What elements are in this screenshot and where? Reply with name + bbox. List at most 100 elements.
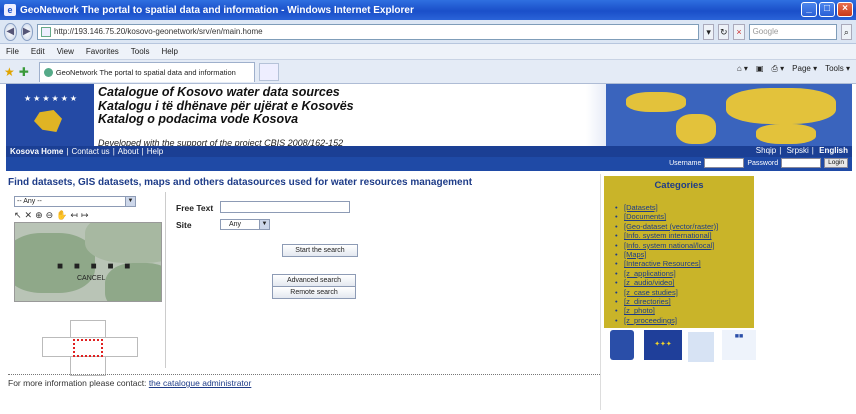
free-text-input[interactable] bbox=[220, 201, 350, 213]
category-directories[interactable]: [z_directories] bbox=[615, 297, 754, 307]
go-dropdown-icon[interactable]: ▾ bbox=[703, 23, 715, 40]
remote-search-button[interactable]: Remote search bbox=[272, 286, 356, 299]
category-documents[interactable]: [Documents] bbox=[615, 212, 754, 222]
admin-contact-link[interactable]: the catalogue administrator bbox=[149, 378, 252, 388]
kosovo-flag-logo: ★★★★★★ bbox=[6, 84, 94, 146]
column-divider bbox=[600, 174, 601, 410]
maximize-button[interactable]: □ bbox=[819, 2, 835, 17]
nav-strip: Kosova Home | Contact us | About | Help Shq… bbox=[6, 146, 852, 157]
menu-tools[interactable]: Tools bbox=[131, 47, 150, 56]
map-cancel-label[interactable]: CANCEL bbox=[77, 275, 105, 282]
banner-subtitle: Developed with the support of the projec… bbox=[98, 138, 344, 146]
url-input[interactable]: http://193.146.75.20/kosovo-geonetwork/s… bbox=[37, 23, 699, 40]
site-select-value: Any bbox=[229, 221, 242, 228]
eu-flag-logo: ✦✦✦ bbox=[644, 330, 682, 360]
menu-file[interactable]: File bbox=[6, 47, 19, 56]
region-select[interactable]: -- Any -- ▼ bbox=[14, 196, 136, 207]
region-map[interactable]: ■ ■ ■ ■ ■ CANCEL bbox=[14, 222, 162, 302]
lang-english[interactable]: English bbox=[819, 146, 848, 155]
category-info-national[interactable]: [Info. system national/local] bbox=[615, 241, 754, 251]
lang-srpski[interactable]: Srpski bbox=[787, 146, 809, 155]
page-menu[interactable]: Page ▾ bbox=[792, 64, 817, 74]
forward-arrow-icon[interactable]: ↦ bbox=[81, 210, 89, 221]
category-maps[interactable]: [Maps] bbox=[615, 250, 754, 260]
pan-icon[interactable]: ✋ bbox=[56, 210, 67, 221]
feeds-icon[interactable]: ▣ bbox=[756, 64, 764, 74]
forward-icon[interactable]: ▶ bbox=[20, 22, 33, 41]
sponsor-logos: ✦✦✦ ■■ bbox=[610, 330, 760, 366]
category-audio-video[interactable]: [z_audio/video] bbox=[615, 278, 754, 288]
new-tab-button[interactable] bbox=[258, 62, 279, 81]
category-applications[interactable]: [z_applications] bbox=[615, 269, 754, 279]
login-strip: Username Password Login bbox=[6, 157, 852, 171]
back-icon[interactable]: ◀ bbox=[4, 22, 17, 41]
tab-bar: ★ ✚ GeoNetwork The portal to spatial dat… bbox=[0, 60, 856, 84]
lang-shqip[interactable]: Shqip bbox=[756, 146, 776, 155]
site-icon bbox=[43, 67, 53, 77]
add-favorite-icon[interactable]: ✚ bbox=[19, 65, 29, 79]
tools-menu[interactable]: Tools ▾ bbox=[825, 64, 850, 74]
print-icon[interactable]: ⎙ ▾ bbox=[772, 64, 785, 74]
refresh-icon[interactable]: ↻ bbox=[718, 23, 730, 40]
nav-help[interactable]: Help bbox=[147, 147, 163, 156]
categories-title: Categories bbox=[654, 180, 704, 191]
window-titlebar: e GeoNetwork The portal to spatial data … bbox=[0, 0, 856, 20]
site-select[interactable]: Any ▼ bbox=[220, 219, 270, 230]
free-text-label: Free Text bbox=[176, 203, 214, 213]
menu-edit[interactable]: Edit bbox=[31, 47, 45, 56]
search-icon[interactable]: ⌕ bbox=[840, 23, 853, 40]
category-datasets[interactable]: [Datasets] bbox=[615, 203, 754, 213]
close-button[interactable]: × bbox=[837, 2, 853, 17]
zoom-out-icon[interactable]: ⊖ bbox=[46, 210, 54, 221]
kosovo-emblem-logo bbox=[610, 330, 634, 360]
search-input[interactable]: Google bbox=[748, 23, 837, 40]
map-panel: -- Any -- ▼ ↖ ✕ ⊕ ⊖ ✋ ↤ ↦ ■ ■ ■ ■ ■ CANC… bbox=[8, 192, 166, 376]
category-interactive[interactable]: [Interactive Resources] bbox=[615, 259, 754, 269]
category-photo[interactable]: [z_photo] bbox=[615, 306, 754, 316]
chevron-down-icon: ▼ bbox=[259, 220, 269, 229]
categories-list: [Datasets] [Documents] [Geo-dataset (vec… bbox=[604, 203, 754, 326]
footer-divider bbox=[8, 374, 600, 375]
category-geo-dataset[interactable]: [Geo-dataset (vector/raster)] bbox=[615, 222, 754, 232]
menu-view[interactable]: View bbox=[57, 47, 74, 56]
nav-about[interactable]: About bbox=[118, 147, 139, 156]
favorites-star-icon[interactable]: ★ bbox=[4, 65, 15, 79]
footer-text: For more information please contact: bbox=[8, 378, 147, 388]
category-case-studies[interactable]: [z_case studies] bbox=[615, 288, 754, 298]
region-select-value: -- Any -- bbox=[17, 198, 42, 205]
footer: For more information please contact: the… bbox=[8, 378, 251, 388]
world-map-graphic bbox=[606, 84, 852, 146]
nav-kosova-home[interactable]: Kosova Home bbox=[10, 147, 63, 156]
stop-icon[interactable]: × bbox=[733, 23, 745, 40]
web-page: ★★★★★★ Catalogue of Kosovo water data so… bbox=[6, 84, 852, 414]
category-info-international[interactable]: [Info. system international] bbox=[615, 231, 754, 241]
tab-geonetwork[interactable]: GeoNetwork The portal to spatial data an… bbox=[38, 61, 255, 82]
map-loading-dots: ■ ■ ■ ■ ■ bbox=[57, 261, 135, 272]
window-title: GeoNetwork The portal to spatial data an… bbox=[20, 4, 414, 16]
menu-favorites[interactable]: Favorites bbox=[86, 47, 119, 56]
menu-bar: File Edit View Favorites Tools Help bbox=[0, 44, 856, 60]
minimize-button[interactable]: _ bbox=[801, 2, 817, 17]
password-field[interactable] bbox=[781, 158, 822, 168]
start-search-button[interactable]: Start the search bbox=[282, 244, 358, 257]
back-arrow-icon[interactable]: ↤ bbox=[70, 210, 78, 221]
banner-title: Catalogue of Kosovo water data sources K… bbox=[98, 85, 354, 127]
tab-label: GeoNetwork The portal to spatial data an… bbox=[55, 67, 236, 77]
category-proceedings[interactable]: [z_proceedings] bbox=[615, 316, 754, 326]
banner-line-1: Catalogue of Kosovo water data sources bbox=[98, 85, 340, 99]
menu-help[interactable]: Help bbox=[161, 47, 177, 56]
login-button[interactable]: Login bbox=[824, 158, 848, 168]
username-field[interactable] bbox=[704, 158, 745, 168]
banner-line-2: Katalogu i të dhënave për ujërat e Kosov… bbox=[98, 98, 354, 113]
select-arrow-icon[interactable]: ↖ bbox=[14, 210, 22, 221]
nav-contact[interactable]: Contact us bbox=[71, 147, 109, 156]
zoom-in-icon[interactable]: ⊕ bbox=[35, 210, 43, 221]
pan-selection-box[interactable] bbox=[73, 339, 103, 357]
partner-logo: ■■ bbox=[722, 330, 756, 360]
page-icon bbox=[41, 26, 51, 37]
banner: ★★★★★★ Catalogue of Kosovo water data so… bbox=[6, 84, 852, 146]
home-icon[interactable]: ⌂ ▾ bbox=[737, 64, 748, 74]
clear-icon[interactable]: ✕ bbox=[25, 210, 33, 221]
username-label: Username bbox=[669, 159, 702, 167]
categories-panel: Categories [Datasets] [Documents] [Geo-d… bbox=[604, 176, 754, 328]
